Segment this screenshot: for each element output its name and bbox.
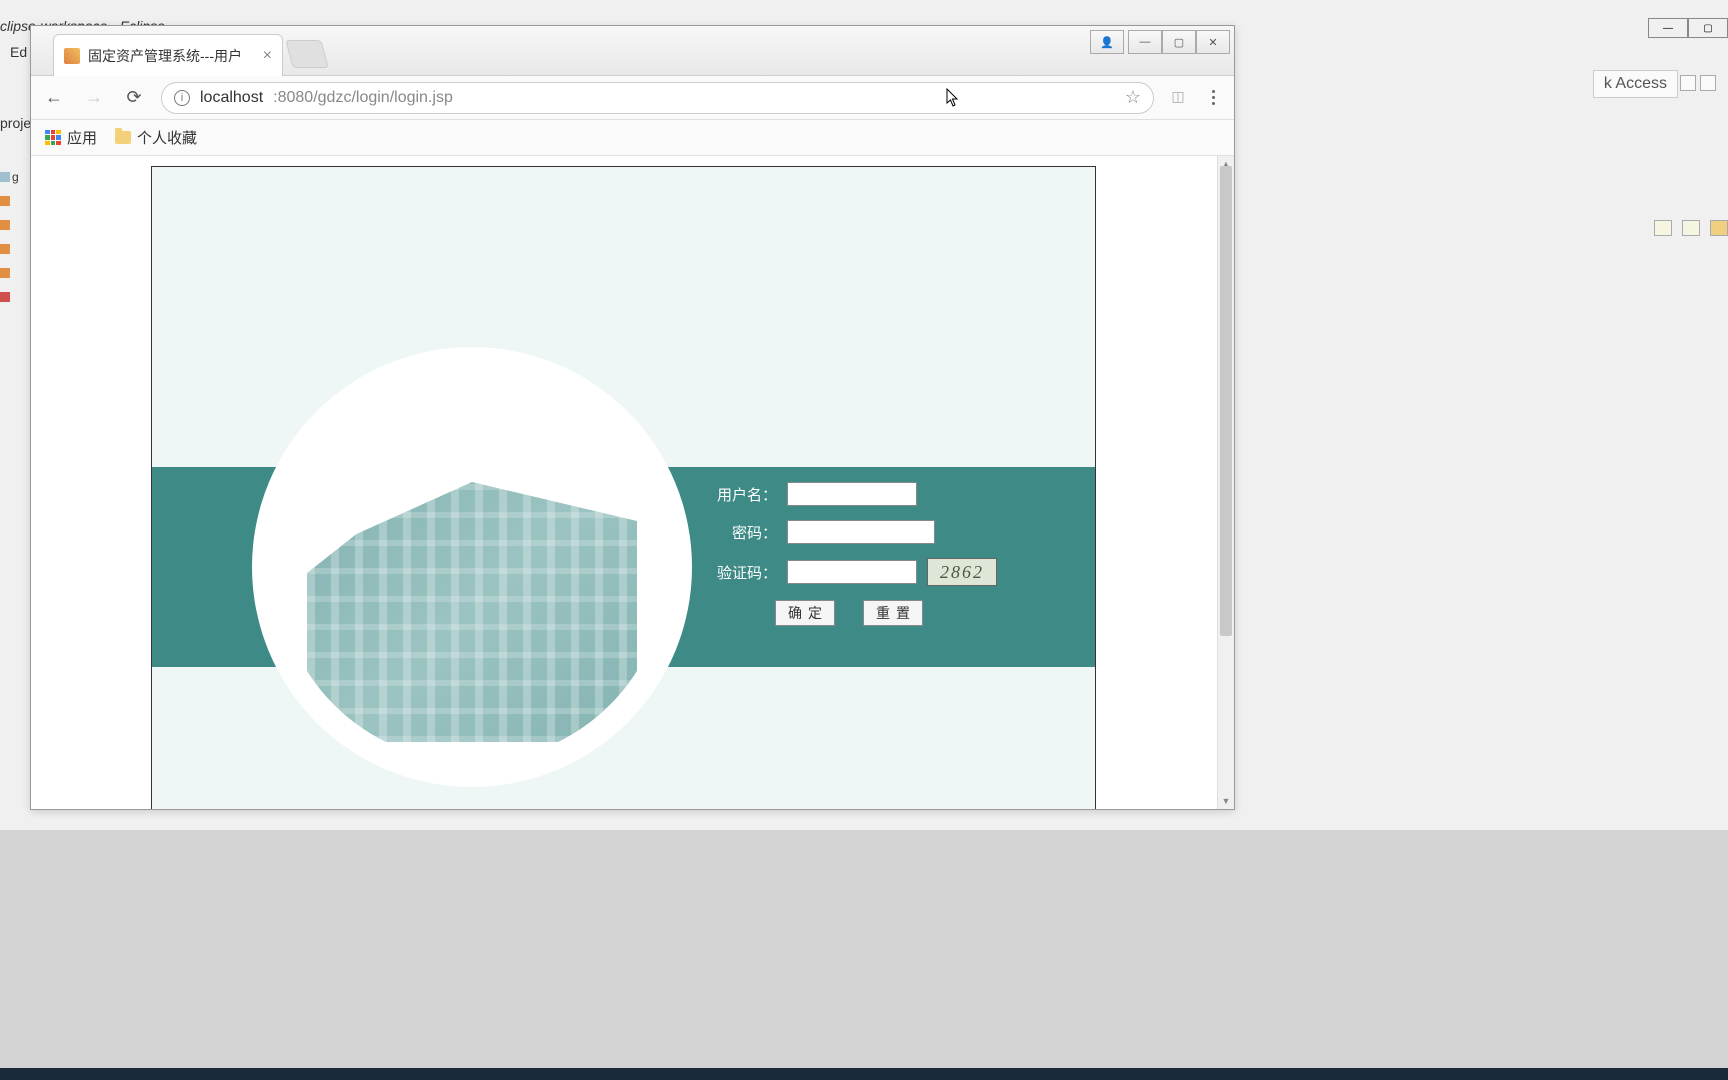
close-button[interactable]: ✕ [1196,30,1230,54]
eclipse-perspective-icons [1680,75,1716,91]
address-bar[interactable]: i localhost :8080/gdzc/login/login.jsp ☆ [161,82,1154,114]
username-input[interactable] [787,482,917,506]
page-viewport: 用户名： 密码： 验证码： 2862 确定 重置 ▲ [31,156,1234,809]
profile-icon[interactable]: 👤 [1090,30,1124,54]
browser-menu-button[interactable] [1202,90,1224,105]
apps-bookmark[interactable]: 应用 [45,127,97,148]
eclipse-toolbar [1654,220,1728,236]
bookmark-folder-label: 个人收藏 [137,127,197,148]
maximize-button[interactable]: ▢ [1688,18,1728,38]
extension-icon[interactable]: ◫ [1168,88,1188,108]
username-label: 用户名： [717,484,777,505]
eclipse-tree-item[interactable] [0,189,28,213]
forward-button[interactable]: → [81,85,107,111]
eclipse-tree-item[interactable] [0,213,28,237]
apps-label: 应用 [67,127,97,148]
browser-window: 固定资产管理系统---用户 × 👤 — ▢ ✕ ← → ⟳ i localhos… [30,25,1235,810]
submit-button[interactable]: 确定 [775,600,835,626]
close-icon[interactable]: × [263,47,272,65]
eclipse-quick-access[interactable]: k Access [1593,70,1678,98]
bottom-fill [0,830,1728,1068]
minimize-button[interactable]: — [1128,30,1162,54]
login-form: 用户名： 密码： 验证码： 2862 确定 重置 [717,482,1077,626]
folder-icon[interactable] [1710,220,1728,236]
bookmark-star-icon[interactable]: ☆ [1125,87,1141,108]
eclipse-tree-item[interactable]: g [0,165,28,189]
maximize-button[interactable]: ▢ [1162,30,1196,54]
desktop-window-controls: — ▢ [1648,18,1728,38]
favicon-icon [64,48,80,64]
url-host: localhost [200,89,263,107]
building-illustration [307,482,637,742]
folder-icon [115,131,131,144]
browser-titlebar: 固定资产管理系统---用户 × 👤 — ▢ ✕ [31,26,1234,76]
bookmarks-bar: 应用 个人收藏 [31,120,1234,156]
perspective-icon[interactable] [1680,75,1696,91]
password-input[interactable] [787,520,935,544]
address-bar-row: ← → ⟳ i localhost :8080/gdzc/login/login.… [31,76,1234,120]
eclipse-tree-item[interactable] [0,285,28,309]
scroll-thumb[interactable] [1220,166,1232,636]
captcha-image[interactable]: 2862 [927,558,997,586]
vertical-scrollbar[interactable]: ▲ ▼ [1217,156,1234,809]
minimize-button[interactable]: — [1648,18,1688,38]
site-info-icon[interactable]: i [174,90,190,106]
url-path: :8080/gdzc/login/login.jsp [273,89,453,107]
new-tab-button[interactable] [285,40,329,68]
eclipse-tree-item[interactable] [0,261,28,285]
username-row: 用户名： [717,482,1077,506]
browser-tab[interactable]: 固定资产管理系统---用户 × [53,34,283,76]
captcha-label: 验证码： [717,562,777,583]
back-button[interactable]: ← [41,85,67,111]
perspective-icon[interactable] [1700,75,1716,91]
eclipse-tree-item[interactable] [0,237,28,261]
captcha-input[interactable] [787,560,917,584]
bookmark-folder[interactable]: 个人收藏 [115,127,197,148]
apps-icon [45,130,61,146]
toolbar-icon[interactable] [1682,220,1700,236]
eclipse-projects-label: proje [0,115,25,131]
password-row: 密码： [717,520,1077,544]
tab-title: 固定资产管理系统---用户 [88,46,255,66]
eclipse-menu-edit[interactable]: Ed [10,44,27,60]
reset-button[interactable]: 重置 [863,600,923,626]
password-label: 密码： [717,522,777,543]
login-page: 用户名： 密码： 验证码： 2862 确定 重置 [151,166,1096,809]
building-image [277,372,667,762]
captcha-row: 验证码： 2862 [717,558,1077,586]
taskbar[interactable] [0,1068,1728,1080]
reload-button[interactable]: ⟳ [121,85,147,111]
toolbar-icon[interactable] [1654,220,1672,236]
scroll-down-icon[interactable]: ▼ [1218,793,1234,809]
button-row: 确定 重置 [775,600,1077,626]
eclipse-tree: g [0,165,28,309]
browser-window-controls: 👤 — ▢ ✕ [1090,30,1230,54]
